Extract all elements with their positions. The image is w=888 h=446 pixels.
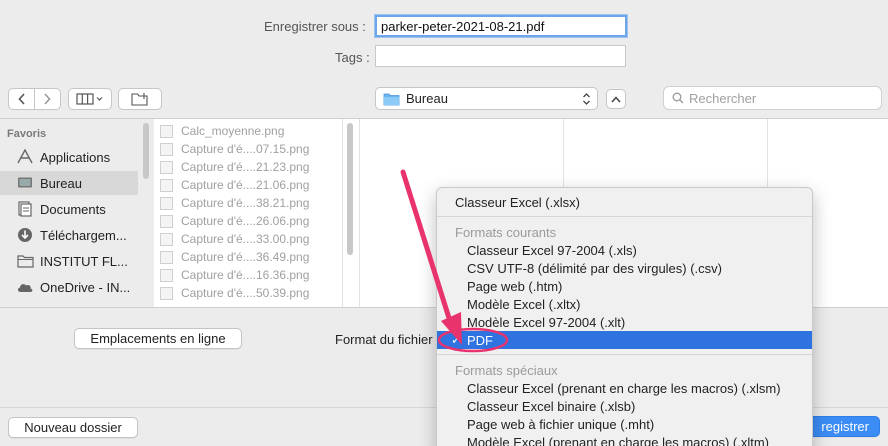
downloads-icon — [16, 226, 34, 244]
filename-input[interactable] — [374, 14, 628, 38]
sidebar-item-applications[interactable]: Applications — [0, 145, 138, 169]
file-item[interactable]: Capture d'é....50.39.png — [160, 284, 309, 302]
menu-separator — [437, 216, 812, 217]
file-item[interactable]: Capture d'é....07.15.png — [160, 140, 309, 158]
checkmark-icon: ✓ — [451, 333, 462, 347]
file-name: Calc_moyenne.png — [181, 124, 285, 138]
file-item[interactable]: Capture d'é....38.21.png — [160, 194, 309, 212]
search-placeholder: Rechercher — [689, 90, 757, 106]
search-icon — [672, 92, 684, 104]
image-file-icon — [160, 178, 173, 192]
forward-button[interactable] — [34, 89, 59, 109]
image-file-icon — [160, 196, 173, 210]
back-button[interactable] — [9, 89, 34, 109]
sidebar-title: Favoris — [7, 128, 47, 140]
menu-item-xlsm[interactable]: Classeur Excel (prenant en charge les ma… — [437, 379, 812, 397]
search-field[interactable]: Rechercher — [663, 86, 882, 110]
image-file-icon — [160, 214, 173, 228]
history-nav — [8, 88, 61, 110]
format-menu: Classeur Excel (.xlsx) Formats courants … — [436, 187, 813, 446]
image-file-icon — [160, 286, 173, 300]
chevron-left-icon — [17, 93, 25, 105]
location-select[interactable]: Bureau — [375, 87, 598, 110]
sidebar-item-label: Applications — [40, 149, 111, 165]
sidebar-item-label: INSTITUT FL... — [40, 253, 128, 269]
menu-header-common: Formats courants — [455, 224, 557, 240]
file-item[interactable]: Capture d'é....21.06.png — [160, 176, 309, 194]
menu-item-xlsx[interactable]: Classeur Excel (.xlsx) — [437, 193, 812, 211]
file-name: Capture d'é....33.00.png — [181, 232, 310, 246]
menu-item-mht[interactable]: Page web à fichier unique (.mht) — [437, 415, 812, 433]
file-item[interactable]: Calc_moyenne.png — [160, 122, 284, 140]
image-file-icon — [160, 268, 173, 282]
file-item[interactable]: Capture d'é....16.36.png — [160, 266, 309, 284]
menu-header-special: Formats spéciaux — [455, 362, 558, 378]
expand-collapse-button[interactable] — [606, 89, 626, 109]
tags-label: Tags : — [335, 50, 370, 65]
applications-icon — [16, 148, 34, 166]
save-button-label: registrer — [821, 419, 869, 434]
sidebar-item-downloads[interactable]: Téléchargem... — [0, 223, 138, 247]
image-file-icon — [160, 250, 173, 264]
menu-item-xls[interactable]: Classeur Excel 97-2004 (.xls) — [437, 241, 812, 259]
file-name: Capture d'é....50.39.png — [181, 286, 310, 300]
image-file-icon — [160, 142, 173, 156]
menu-item-csv[interactable]: CSV UTF-8 (délimité par des virgules) (.… — [437, 259, 812, 277]
new-folder-icon — [131, 93, 148, 106]
desktop-icon — [16, 174, 34, 192]
sidebar-scrollbar[interactable] — [143, 123, 149, 179]
menu-item-xltx[interactable]: Modèle Excel (.xltx) — [437, 295, 812, 313]
file-name: Capture d'é....38.21.png — [181, 196, 310, 210]
file-item[interactable]: Capture d'é....21.23.png — [160, 158, 309, 176]
file-name: Capture d'é....36.49.png — [181, 250, 310, 264]
sidebar-item-onedrive[interactable]: OneDrive - IN... — [0, 275, 138, 299]
sidebar-item-label: Documents — [40, 201, 106, 217]
sidebar-item-documents[interactable]: Documents — [0, 197, 138, 221]
sidebar-item-bureau[interactable]: Bureau — [0, 171, 138, 195]
file-format-label: Format du fichier — [335, 332, 433, 347]
file-name: Capture d'é....16.36.png — [181, 268, 310, 282]
tags-input[interactable] — [375, 45, 626, 67]
location-label: Bureau — [406, 91, 448, 106]
sidebar: Favoris Applications Bureau Documents Té… — [0, 119, 154, 307]
sidebar-item-label: OneDrive - IN... — [40, 279, 131, 295]
menu-item-xltm[interactable]: Modèle Excel (prenant en charge les macr… — [437, 433, 812, 446]
save-as-label: Enregistrer sous : — [264, 19, 366, 34]
menu-item-htm[interactable]: Page web (.htm) — [437, 277, 812, 295]
menu-item-pdf[interactable]: ✓ PDF — [437, 331, 812, 349]
file-item[interactable]: Capture d'é....36.49.png — [160, 248, 309, 266]
image-file-icon — [160, 160, 173, 174]
image-file-icon — [160, 232, 173, 246]
sidebar-item-label: Téléchargem... — [40, 227, 127, 243]
folder-icon — [16, 252, 34, 270]
view-options-button[interactable] — [68, 88, 112, 110]
file-icon — [160, 124, 173, 138]
file-column-scrollbar[interactable] — [347, 123, 353, 255]
column-divider[interactable] — [342, 119, 343, 307]
new-folder-button[interactable]: Nouveau dossier — [8, 417, 138, 438]
menu-item-pdf-label: PDF — [467, 332, 493, 348]
file-name: Capture d'é....21.06.png — [181, 178, 310, 192]
columns-view-icon — [76, 93, 103, 105]
folder-icon — [383, 93, 400, 105]
documents-icon — [16, 200, 34, 218]
cloud-icon — [16, 278, 34, 296]
file-name: Capture d'é....21.23.png — [181, 160, 310, 174]
online-locations-button[interactable]: Emplacements en ligne — [74, 328, 242, 349]
up-down-arrows-icon — [583, 93, 590, 105]
save-header: Enregistrer sous : Tags : — [0, 0, 888, 79]
menu-item-xlt[interactable]: Modèle Excel 97-2004 (.xlt) — [437, 313, 812, 331]
chevron-right-icon — [44, 93, 51, 105]
menu-separator — [437, 354, 812, 355]
file-name: Capture d'é....07.15.png — [181, 142, 310, 156]
file-item[interactable]: Capture d'é....33.00.png — [160, 230, 309, 248]
new-folder-toolbar-button[interactable] — [118, 88, 162, 110]
sidebar-item-label: Bureau — [40, 175, 82, 191]
menu-item-xlsb[interactable]: Classeur Excel binaire (.xlsb) — [437, 397, 812, 415]
chevron-up-icon — [611, 95, 621, 102]
file-name: Capture d'é....26.06.png — [181, 214, 310, 228]
sidebar-item-institut[interactable]: INSTITUT FL... — [0, 249, 138, 273]
file-item[interactable]: Capture d'é....26.06.png — [160, 212, 309, 230]
column-divider[interactable] — [359, 119, 360, 307]
